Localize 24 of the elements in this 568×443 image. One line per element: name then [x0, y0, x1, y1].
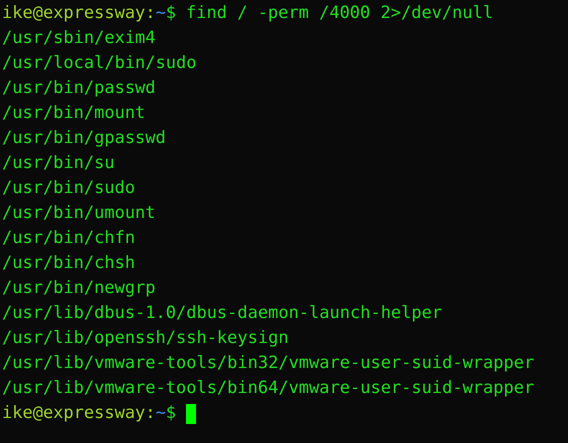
output-line: /usr/lib/openssh/ssh-keysign — [2, 327, 289, 350]
output-line: /usr/bin/chfn — [2, 227, 136, 250]
prompt-user-host: ike@expressway — [2, 402, 146, 425]
output-line: /usr/bin/gpasswd — [2, 127, 166, 150]
prompt-path: ~ — [156, 402, 166, 425]
prompt-separator: : — [145, 402, 156, 425]
prompt-user-host: ike@expressway — [2, 2, 146, 25]
output-line: /usr/lib/vmware-tools/bin32/vmware-user-suid-wrapper — [2, 352, 534, 375]
output-line: /usr/lib/vmware-tools/bin64/vmware-user-suid-wrapper — [2, 377, 534, 400]
command-text: find / -perm /4000 2>/dev/null — [186, 2, 494, 25]
prompt-separator: : — [145, 2, 156, 25]
output-line: /usr/sbin/exim4 — [2, 27, 156, 50]
output-line: /usr/bin/chsh — [2, 252, 136, 275]
output-line: /usr/bin/newgrp — [2, 277, 156, 300]
prompt-symbol: $ — [166, 2, 176, 25]
prompt-symbol: $ — [166, 402, 176, 425]
prompt-path: ~ — [156, 2, 166, 25]
output-line: /usr/bin/mount — [2, 102, 146, 125]
output-line: /usr/bin/umount — [2, 202, 156, 225]
output-line: /usr/bin/sudo — [2, 177, 136, 200]
output-line: /usr/lib/dbus-1.0/dbus-daemon-launch-helper — [2, 302, 442, 325]
output-line: /usr/bin/su — [2, 152, 115, 175]
output-line: /usr/bin/passwd — [2, 77, 156, 100]
output-line: /usr/local/bin/sudo — [2, 52, 196, 75]
